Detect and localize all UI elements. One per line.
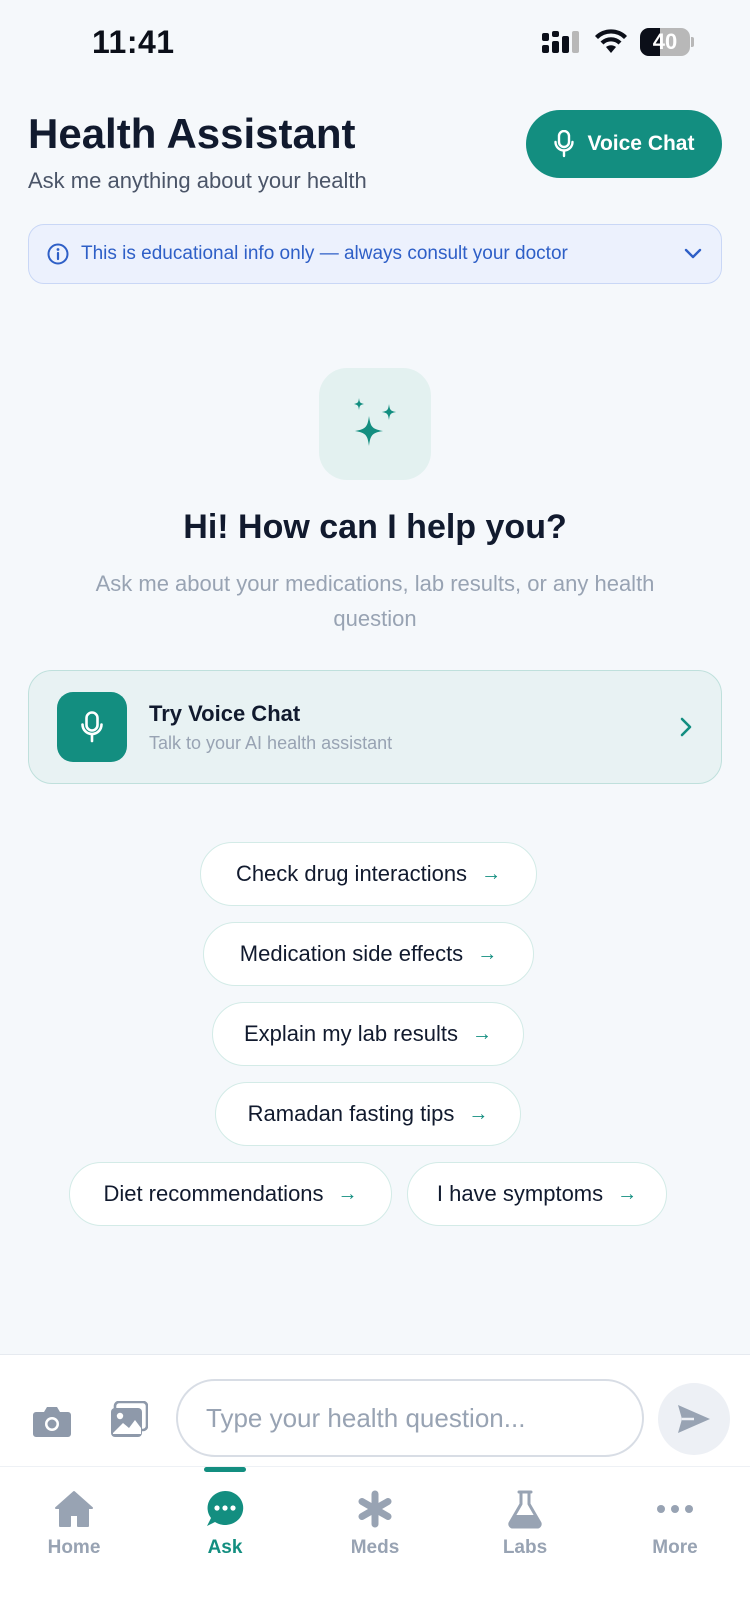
page-title: Health Assistant — [28, 110, 356, 157]
image-icon — [111, 1400, 149, 1437]
arrow-right-icon: → — [471, 1022, 492, 1045]
chevron-down-icon[interactable] — [683, 248, 703, 260]
arrow-right-icon: → — [468, 1102, 489, 1125]
suggestion-chip-label: I have symptoms — [436, 1181, 604, 1206]
disclaimer-banner[interactable]: This is educational info only — always c… — [28, 224, 722, 284]
battery-icon: 40 — [640, 28, 694, 56]
microphone-icon — [553, 130, 574, 158]
battery-level: 40 — [652, 29, 678, 54]
tab-label: Ask — [207, 1537, 243, 1558]
tab-label: More — [652, 1537, 698, 1558]
send-icon — [678, 1405, 710, 1433]
message-input-bar — [0, 1354, 750, 1466]
tab-more[interactable]: More — [620, 1487, 730, 1577]
wifi-icon — [595, 29, 627, 53]
status-bar: 11:41 40 — [0, 0, 750, 90]
tab-label: Home — [47, 1537, 101, 1558]
asterisk-icon — [358, 1490, 392, 1528]
suggestion-chip-lab-results[interactable]: Explain my lab results → — [212, 1002, 524, 1066]
tab-label: Meds — [350, 1537, 400, 1558]
arrow-right-icon: → — [337, 1182, 358, 1205]
status-time: 11:41 — [92, 24, 175, 60]
camera-icon — [33, 1407, 71, 1437]
suggestion-chip-diet[interactable]: Diet recommendations → — [69, 1162, 392, 1226]
suggestion-chip-label: Explain my lab results — [244, 1021, 458, 1046]
chevron-right-icon — [680, 717, 692, 737]
greeting-subtitle: Ask me about your medications, lab resul… — [95, 571, 655, 631]
suggestion-chip-symptoms[interactable]: I have symptoms → — [407, 1162, 667, 1226]
message-input[interactable] — [176, 1379, 644, 1457]
cellular-signal-icon — [542, 31, 579, 53]
gallery-button[interactable] — [110, 1400, 149, 1439]
tab-meds[interactable]: Meds — [320, 1487, 430, 1577]
tab-label: Labs — [502, 1537, 548, 1558]
info-icon — [47, 243, 69, 265]
greeting-title: Hi! How can I help you? — [183, 508, 567, 546]
suggestion-chip-label: Medication side effects — [239, 941, 464, 966]
camera-button[interactable] — [32, 1403, 72, 1439]
microphone-icon — [81, 711, 103, 743]
status-icons: 40 — [542, 28, 694, 56]
suggestion-chip-label: Check drug interactions — [235, 861, 468, 886]
suggestion-chip-ramadan-fasting[interactable]: Ramadan fasting tips → — [215, 1082, 521, 1146]
voice-card-icon-tile — [57, 692, 127, 762]
suggestion-chip-label: Ramadan fasting tips — [247, 1101, 455, 1126]
voice-card-subtitle: Talk to your AI health assistant — [149, 732, 393, 753]
active-tab-indicator — [204, 1467, 246, 1472]
arrow-right-icon: → — [481, 862, 502, 885]
flask-icon — [508, 1490, 542, 1529]
tab-home[interactable]: Home — [19, 1487, 129, 1577]
suggestion-chip-drug-interactions[interactable]: Check drug interactions → — [200, 842, 537, 906]
voice-card-title: Try Voice Chat — [149, 700, 301, 726]
arrow-right-icon: → — [477, 942, 498, 965]
voice-chat-label: Voice Chat — [587, 132, 695, 155]
bottom-tab-bar: Home Ask Meds Labs More — [0, 1466, 750, 1622]
assistant-avatar — [319, 368, 431, 480]
try-voice-chat-card[interactable]: Try Voice Chat Talk to your AI health as… — [28, 670, 722, 784]
suggestion-chip-label: Diet recommendations — [103, 1181, 324, 1206]
send-button[interactable] — [658, 1383, 730, 1455]
sparkles-icon — [354, 398, 396, 446]
disclaimer-text: This is educational info only — always c… — [81, 243, 568, 264]
voice-chat-button[interactable]: Voice Chat — [526, 110, 722, 178]
tab-labs[interactable]: Labs — [470, 1487, 580, 1577]
arrow-right-icon: → — [617, 1182, 638, 1205]
page-subtitle: Ask me anything about your health — [28, 168, 367, 193]
chat-bubble-icon — [207, 1490, 244, 1526]
suggestion-chip-side-effects[interactable]: Medication side effects → — [203, 922, 534, 986]
home-icon — [55, 1491, 93, 1527]
more-dots-icon — [657, 1505, 693, 1513]
tab-ask[interactable]: Ask — [170, 1487, 280, 1577]
